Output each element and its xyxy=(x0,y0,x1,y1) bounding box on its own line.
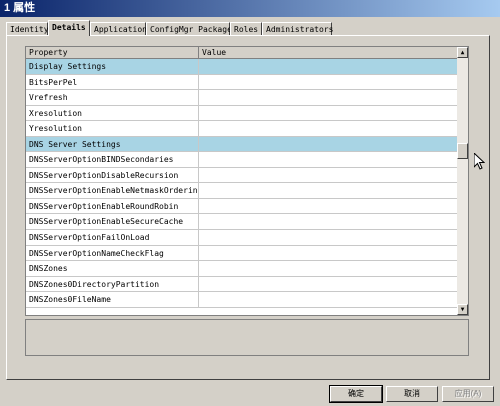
cancel-button-label: 取消 xyxy=(404,389,420,398)
value-cell xyxy=(199,292,458,307)
value-cell xyxy=(199,246,458,261)
tab-administrators[interactable]: Administrators xyxy=(262,22,333,35)
description-box xyxy=(25,319,469,356)
table-row[interactable]: BitsPerPel xyxy=(26,74,458,91)
table-row[interactable]: DNSZones0DirectoryPartition xyxy=(26,276,458,293)
tab-identity[interactable]: Identity xyxy=(6,22,49,35)
property-cell: Xresolution xyxy=(26,105,199,121)
table-row[interactable]: DNSZones0FileName xyxy=(26,292,458,308)
table-row[interactable]: DNSServerOptionEnableRoundRobin xyxy=(26,198,458,215)
tab-applications[interactable]: Applications xyxy=(90,22,152,35)
vertical-scrollbar[interactable]: ▲ ▼ xyxy=(457,47,468,315)
table-row[interactable]: DNSServerOptionBINDSecondaries xyxy=(26,152,458,168)
property-cell: DNSZones xyxy=(26,261,199,276)
grid-header: Property Value xyxy=(26,47,458,59)
property-cell: DNS Server Settings xyxy=(26,136,199,152)
scroll-down-arrow-icon[interactable]: ▼ xyxy=(457,304,468,315)
property-cell: DNSServerOptionBINDSecondaries xyxy=(26,152,199,167)
value-cell xyxy=(199,277,458,292)
window-title: 1 属性 xyxy=(0,0,500,17)
apply-button-label: 应用(A) xyxy=(454,389,482,398)
value-cell xyxy=(199,230,458,245)
property-cell: BitsPerPel xyxy=(26,74,199,90)
property-cell: DNSZones0DirectoryPartition xyxy=(26,276,199,292)
value-cell xyxy=(199,261,458,276)
value-cell xyxy=(199,199,458,214)
value-cell xyxy=(199,106,458,121)
tab-configmgr-packages[interactable]: ConfigMgr Packages xyxy=(146,22,237,35)
section-row[interactable]: Display Settings xyxy=(26,59,458,75)
table-row[interactable]: DNSZones xyxy=(26,261,458,277)
property-cell: Yresolution xyxy=(26,121,199,136)
scroll-up-arrow-icon[interactable]: ▲ xyxy=(457,47,468,58)
property-cell: DNSServerOptionEnableSecureCache xyxy=(26,214,199,230)
property-cell: DNSZones0FileName xyxy=(26,292,199,307)
property-cell: DNSServerOptionFailOnLoad xyxy=(26,230,199,245)
properties-grid[interactable]: Property Value Display Settings BitsPerP… xyxy=(25,46,469,316)
column-header-value[interactable]: Value xyxy=(199,47,458,58)
table-row[interactable]: DNSServerOptionEnableSecureCache xyxy=(26,214,458,231)
cancel-button[interactable]: 取消 xyxy=(386,386,438,402)
ok-button-label: 确定 xyxy=(348,389,364,398)
value-cell xyxy=(199,214,458,229)
table-row[interactable]: Vrefresh xyxy=(26,90,458,106)
property-cell: Display Settings xyxy=(26,59,199,74)
table-row[interactable]: DNSServerOptionEnableNetmaskOrdering xyxy=(26,183,458,199)
value-cell xyxy=(199,137,458,152)
value-cell xyxy=(199,59,458,74)
table-row[interactable]: DNSServerOptionDisableRecursion xyxy=(26,167,458,184)
mouse-pointer-icon xyxy=(474,153,485,170)
value-cell xyxy=(199,121,458,136)
table-row[interactable]: DNSServerOptionNameCheckFlag xyxy=(26,245,458,262)
property-cell: DNSServerOptionDisableRecursion xyxy=(26,167,199,183)
table-row[interactable]: Xresolution xyxy=(26,105,458,122)
value-cell xyxy=(199,152,458,167)
tab-details[interactable]: Details xyxy=(48,20,90,36)
value-cell xyxy=(199,183,458,198)
tab-roles[interactable]: Roles xyxy=(230,22,262,35)
grid-rows: Display Settings BitsPerPel Vrefresh Xre… xyxy=(26,59,458,308)
section-row[interactable]: DNS Server Settings xyxy=(26,136,458,153)
property-cell: DNSServerOptionEnableRoundRobin xyxy=(26,198,199,214)
property-cell: DNSServerOptionNameCheckFlag xyxy=(26,245,199,261)
property-cell: Vrefresh xyxy=(26,90,199,105)
column-header-property[interactable]: Property xyxy=(26,47,199,58)
table-row[interactable]: Yresolution xyxy=(26,121,458,137)
value-cell xyxy=(199,75,458,90)
apply-button[interactable]: 应用(A) xyxy=(442,386,494,402)
property-cell: DNSServerOptionEnableNetmaskOrdering xyxy=(26,183,199,198)
value-cell xyxy=(199,168,458,183)
scroll-thumb[interactable] xyxy=(457,143,468,159)
ok-button[interactable]: 确定 xyxy=(329,385,383,403)
table-row[interactable]: DNSServerOptionFailOnLoad xyxy=(26,230,458,246)
value-cell xyxy=(199,90,458,105)
